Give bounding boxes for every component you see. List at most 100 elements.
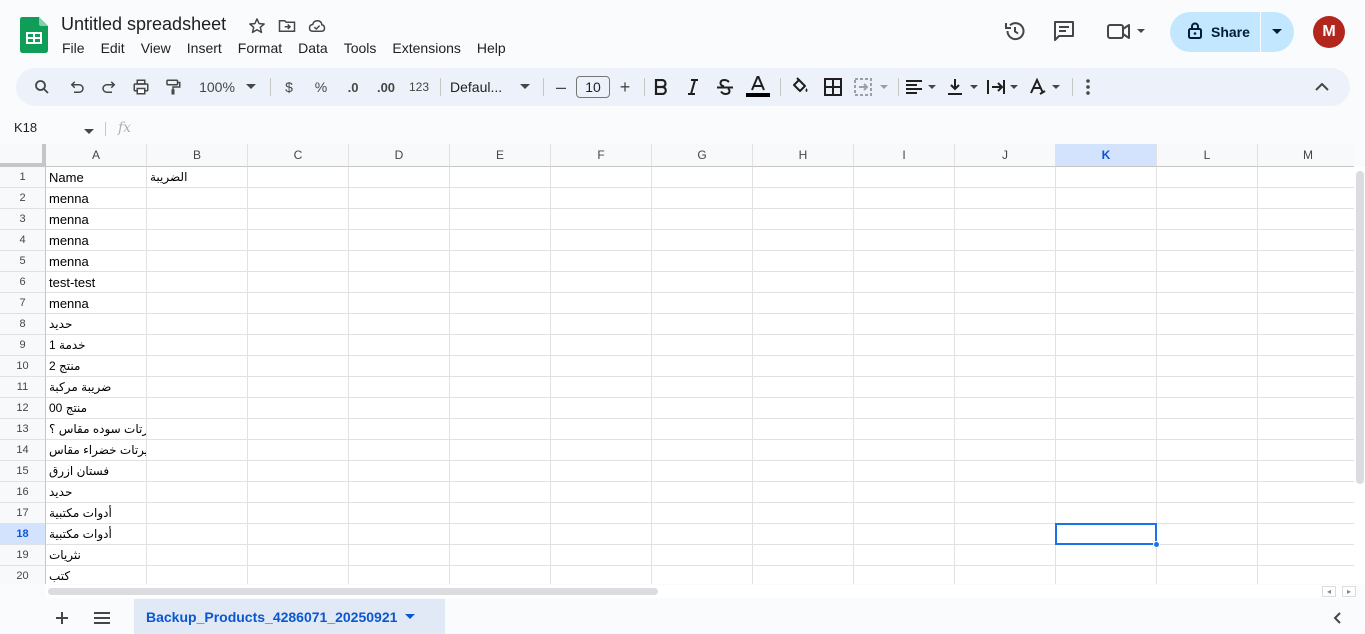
comments-icon[interactable] (1051, 18, 1077, 44)
cell-a10[interactable]: منتج 2 (46, 356, 147, 377)
cell-c18[interactable] (248, 524, 349, 545)
cell-f8[interactable] (551, 314, 652, 335)
cell-l9[interactable] (1157, 335, 1258, 356)
meet-video-icon[interactable] (1104, 18, 1150, 44)
cell-m4[interactable] (1258, 230, 1354, 251)
cell-m19[interactable] (1258, 545, 1354, 566)
cell-h11[interactable] (753, 377, 854, 398)
cell-c9[interactable] (248, 335, 349, 356)
cell-a15[interactable]: فستان ازرق (46, 461, 147, 482)
cell-j17[interactable] (955, 503, 1056, 524)
cell-l4[interactable] (1157, 230, 1258, 251)
cell-i20[interactable] (854, 566, 955, 584)
cell-h5[interactable] (753, 251, 854, 272)
cell-h19[interactable] (753, 545, 854, 566)
cell-j12[interactable] (955, 398, 1056, 419)
cell-k3[interactable] (1056, 209, 1157, 230)
cell-g6[interactable] (652, 272, 753, 293)
cell-c16[interactable] (248, 482, 349, 503)
cell-c8[interactable] (248, 314, 349, 335)
cell-b4[interactable] (147, 230, 248, 251)
cell-c1[interactable] (248, 167, 349, 188)
cell-l18[interactable] (1157, 524, 1258, 545)
cell-d4[interactable] (349, 230, 450, 251)
cell-i1[interactable] (854, 167, 955, 188)
spreadsheet-grid[interactable]: A B C D E F G H I J K L M 1 Name الضريبة 2 menna 3 menna 4 me… (0, 144, 1354, 584)
menu-edit[interactable]: Edit (93, 38, 133, 58)
cell-c3[interactable] (248, 209, 349, 230)
cell-c15[interactable] (248, 461, 349, 482)
cell-l17[interactable] (1157, 503, 1258, 524)
share-dropdown-button[interactable] (1261, 12, 1294, 52)
cell-f19[interactable] (551, 545, 652, 566)
cell-m10[interactable] (1258, 356, 1354, 377)
cell-h2[interactable] (753, 188, 854, 209)
cell-m14[interactable] (1258, 440, 1354, 461)
cell-f15[interactable] (551, 461, 652, 482)
cell-b1[interactable]: الضريبة (147, 167, 248, 188)
cell-j9[interactable] (955, 335, 1056, 356)
cell-i5[interactable] (854, 251, 955, 272)
cell-m6[interactable] (1258, 272, 1354, 293)
menu-extensions[interactable]: Extensions (384, 38, 468, 58)
row-header-8[interactable]: 8 (0, 314, 46, 335)
cell-f5[interactable] (551, 251, 652, 272)
cell-g7[interactable] (652, 293, 753, 314)
font-family-select[interactable]: Defaul... (450, 68, 512, 106)
cell-i19[interactable] (854, 545, 955, 566)
cell-e2[interactable] (450, 188, 551, 209)
cell-h10[interactable] (753, 356, 854, 377)
cloud-status-icon[interactable] (306, 15, 328, 37)
star-icon[interactable] (246, 15, 268, 37)
cell-a2[interactable]: menna (46, 188, 147, 209)
cell-a20[interactable]: كتب (46, 566, 147, 584)
cell-e19[interactable] (450, 545, 551, 566)
cell-b6[interactable] (147, 272, 248, 293)
cell-a18[interactable]: أدوات مكتبية (46, 524, 147, 545)
horizontal-scroll-thumb[interactable] (48, 588, 658, 595)
collapse-sidebar-chevron-icon[interactable] (1326, 607, 1348, 629)
menu-help[interactable]: Help (469, 38, 514, 58)
cell-e9[interactable] (450, 335, 551, 356)
cell-l20[interactable] (1157, 566, 1258, 584)
share-main[interactable]: Share (1170, 12, 1261, 52)
cell-c19[interactable] (248, 545, 349, 566)
cell-d18[interactable] (349, 524, 450, 545)
vertical-scroll-thumb[interactable] (1356, 171, 1364, 484)
cell-h13[interactable] (753, 419, 854, 440)
cell-f16[interactable] (551, 482, 652, 503)
cell-j8[interactable] (955, 314, 1056, 335)
cell-l1[interactable] (1157, 167, 1258, 188)
merge-cells-icon[interactable] (854, 68, 890, 106)
row-header-6[interactable]: 6 (0, 272, 46, 293)
column-header-b[interactable]: B (147, 144, 248, 167)
cell-h1[interactable] (753, 167, 854, 188)
row-header-10[interactable]: 10 (0, 356, 46, 377)
cell-b5[interactable] (147, 251, 248, 272)
cell-g10[interactable] (652, 356, 753, 377)
cell-m8[interactable] (1258, 314, 1354, 335)
cell-d6[interactable] (349, 272, 450, 293)
cell-j11[interactable] (955, 377, 1056, 398)
cell-c2[interactable] (248, 188, 349, 209)
cell-f4[interactable] (551, 230, 652, 251)
cell-a9[interactable]: خدمة 1 (46, 335, 147, 356)
cell-a12[interactable]: منتج 00 (46, 398, 147, 419)
cell-f14[interactable] (551, 440, 652, 461)
cell-i2[interactable] (854, 188, 955, 209)
cell-g1[interactable] (652, 167, 753, 188)
cell-e3[interactable] (450, 209, 551, 230)
column-header-e[interactable]: E (450, 144, 551, 167)
cell-h17[interactable] (753, 503, 854, 524)
cell-j19[interactable] (955, 545, 1056, 566)
cell-k4[interactable] (1056, 230, 1157, 251)
cell-c7[interactable] (248, 293, 349, 314)
cell-f6[interactable] (551, 272, 652, 293)
row-header-1[interactable]: 1 (0, 167, 46, 188)
cell-l6[interactable] (1157, 272, 1258, 293)
cell-e15[interactable] (450, 461, 551, 482)
cell-c13[interactable] (248, 419, 349, 440)
cell-m16[interactable] (1258, 482, 1354, 503)
cell-l7[interactable] (1157, 293, 1258, 314)
cell-c6[interactable] (248, 272, 349, 293)
